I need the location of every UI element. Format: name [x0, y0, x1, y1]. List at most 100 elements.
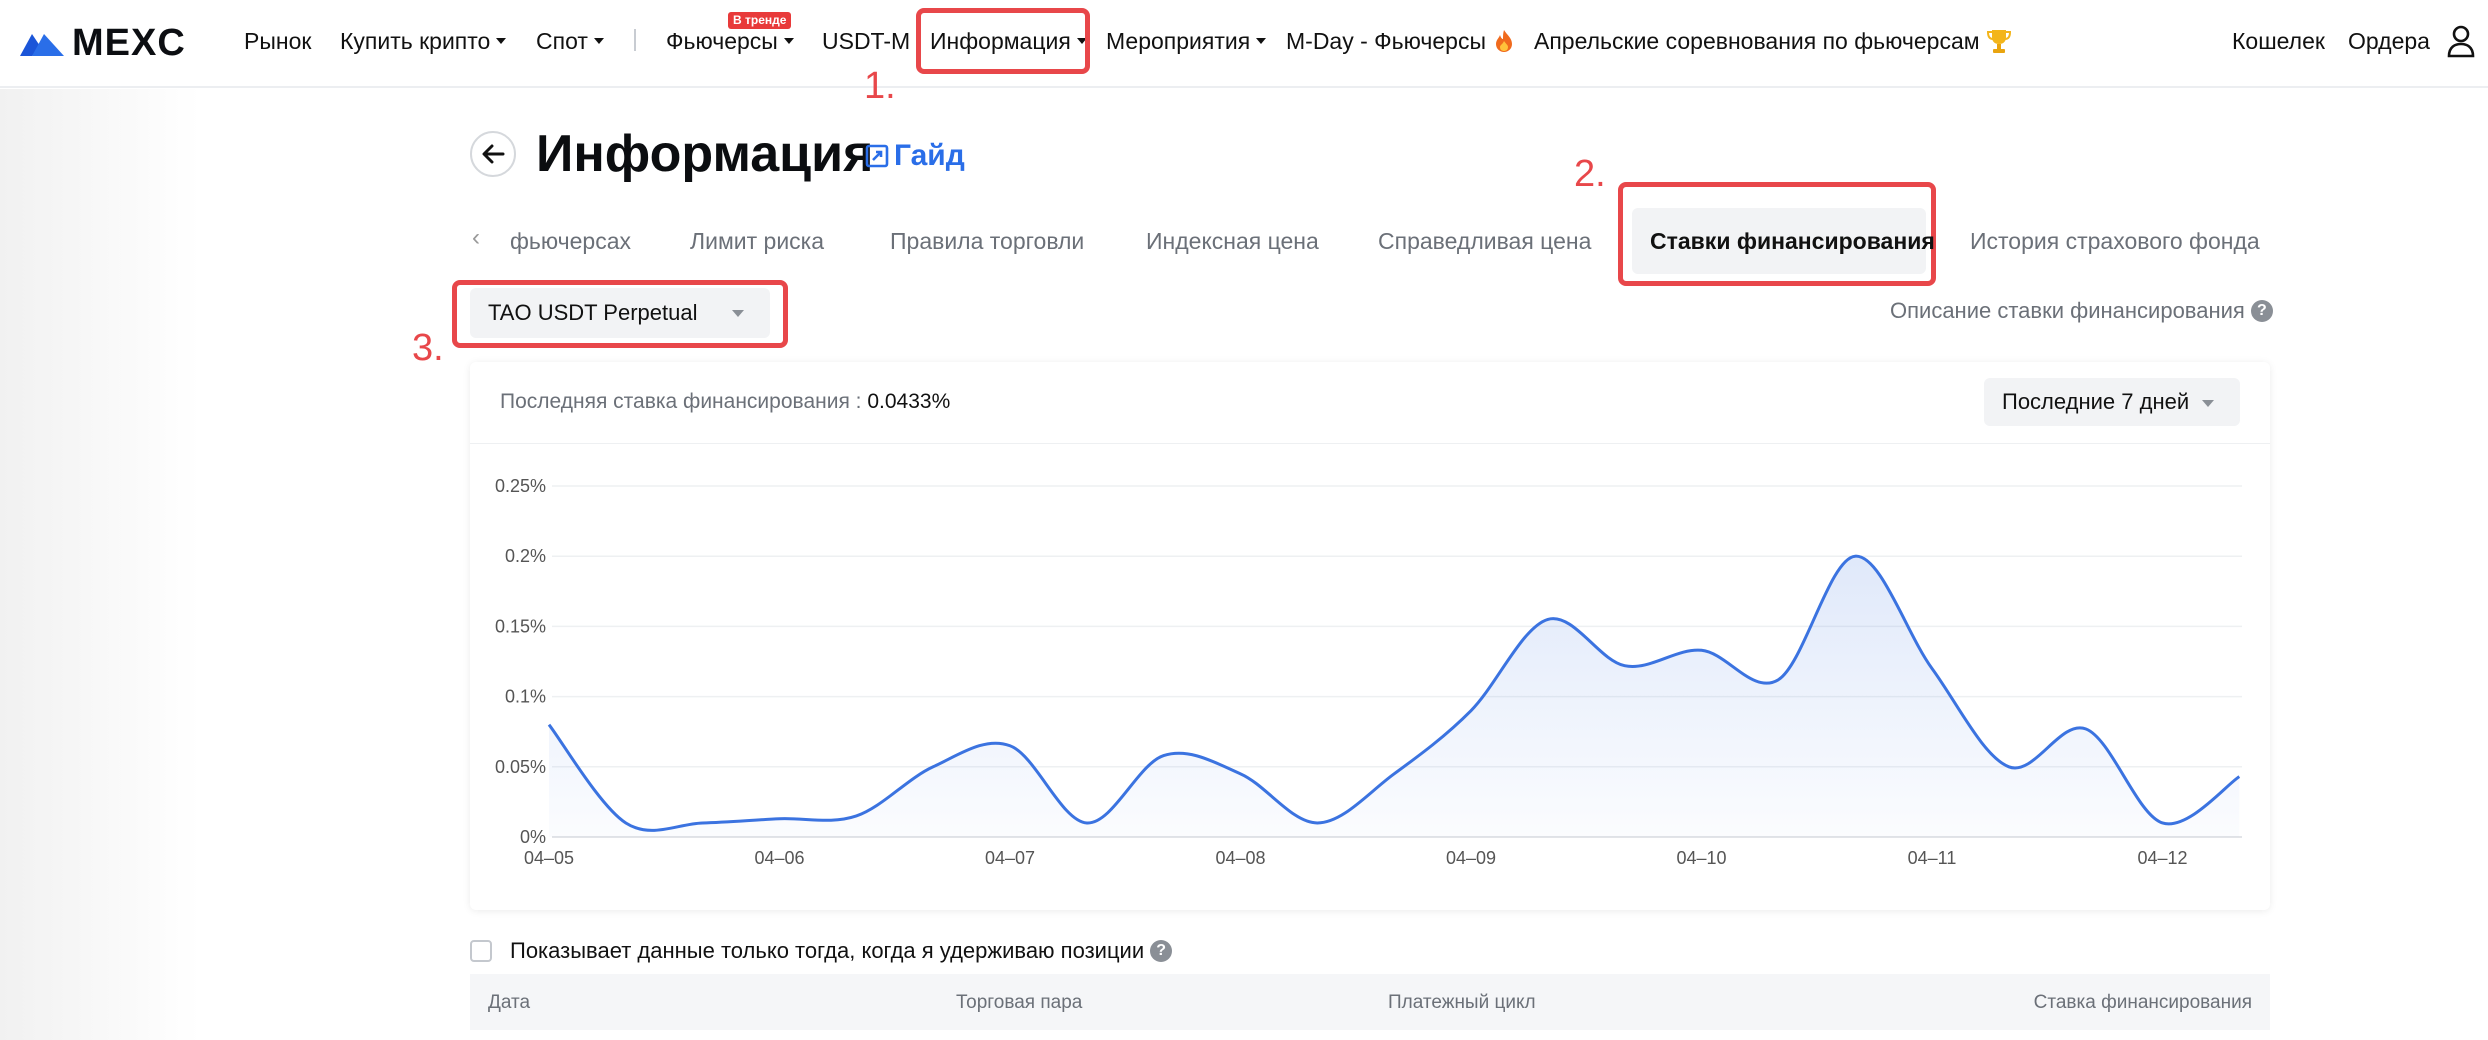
data-point	[778, 818, 780, 820]
contract-select[interactable]: TAO USDT Perpetual	[470, 288, 770, 338]
data-point	[1086, 822, 1088, 824]
only-positions-label: Показывает данные только тогда, когда я …	[510, 938, 1145, 963]
nav-usdt-m-label: USDT-M	[822, 28, 911, 54]
tab-risk-limit[interactable]: Лимит риска	[690, 226, 824, 256]
highlight-box-information	[916, 8, 1090, 74]
guide-label: Гайд	[894, 139, 965, 172]
th-funding-rate: Ставка финансирования	[2033, 992, 2252, 1013]
data-point	[2084, 728, 2086, 730]
tab-index-price[interactable]: Индексная цена	[1146, 226, 1319, 256]
left-margin-shade	[0, 89, 200, 1040]
trophy-icon	[1986, 30, 2011, 53]
data-point	[2008, 766, 2010, 768]
th-payment-cycle: Платежный цикл	[1388, 992, 1536, 1013]
tab-funding-rates[interactable]: Ставки финансирования	[1650, 226, 1935, 256]
period-select-value: Последние 7 дней	[2002, 389, 2190, 414]
help-icon[interactable]: ?	[2250, 300, 2273, 322]
annotation-number-2: 2.	[1574, 153, 1606, 195]
funding-rate-chart-card: Последняя ставка финансирования : 0.0433…	[470, 362, 2270, 910]
nav-wallet[interactable]: Кошелек	[2232, 26, 2325, 56]
arrow-left-icon	[482, 144, 505, 164]
tab-fair-price[interactable]: Справедливая цена	[1378, 226, 1591, 256]
data-point	[1009, 745, 1011, 747]
only-positions-filter[interactable]: Показывает данные только тогда, когда я …	[470, 938, 1173, 964]
data-point	[855, 815, 857, 817]
chevron-down-icon	[2202, 400, 2214, 407]
data-point	[1393, 773, 1395, 775]
back-button[interactable]	[470, 131, 516, 177]
last-rate-value: 0.0433%	[867, 390, 951, 413]
page-title: Информация	[536, 125, 874, 183]
nav-divider	[634, 29, 636, 51]
data-point	[932, 766, 934, 768]
nav-market[interactable]: Рынок	[244, 26, 311, 56]
chevron-down-icon	[593, 38, 604, 44]
only-positions-checkbox[interactable]	[470, 940, 492, 962]
nav-mday-label: M-Day - Фьючерсы	[1286, 28, 1486, 54]
funding-table-header: Дата Торговая пара Платежный цикл Ставка…	[470, 974, 2270, 1030]
data-point	[1777, 679, 1779, 681]
data-point	[1931, 667, 1933, 669]
mexc-logo-icon	[20, 34, 64, 56]
tab-futures[interactable]: фьючерсах	[510, 226, 631, 256]
funding-rate-chart: 0% 0.05% 0.1% 0.15% 0.2% 0.25% 04–05 04–06 04–07…	[495, 476, 2242, 868]
y-tick-label: 0.25%	[495, 476, 546, 496]
x-tick-label: 04–10	[1676, 848, 1726, 868]
data-point	[2238, 775, 2240, 777]
x-tick-label: 04–06	[754, 848, 804, 868]
nav-usdt-m[interactable]: USDT-M	[822, 26, 910, 56]
chevron-down-icon	[783, 38, 794, 44]
period-select[interactable]: Последние 7 дней	[1984, 378, 2240, 426]
tab-insurance-fund-history[interactable]: История страхового фонда	[1970, 226, 2260, 256]
x-tick-label: 04–07	[985, 848, 1035, 868]
chevron-down-icon	[732, 310, 744, 317]
y-tick-label: 0.2%	[505, 546, 546, 566]
y-tick-label: 0.05%	[495, 757, 546, 777]
nav-spot[interactable]: Спот	[536, 26, 604, 56]
nav-futures-label: Фьючерсы	[666, 28, 778, 54]
funding-rate-description-link[interactable]: Описание ставки финансирования ?	[1890, 298, 2273, 324]
guide-icon	[865, 144, 889, 168]
data-point	[1700, 649, 1702, 651]
last-funding-rate: Последняя ставка финансирования : 0.0433…	[500, 390, 950, 414]
logo-text: MEXC	[72, 22, 186, 64]
nav-buy-crypto-label: Купить крипто	[340, 28, 491, 54]
guide-link[interactable]: Гайд	[864, 139, 965, 173]
data-point	[1316, 822, 1318, 824]
chart-card-header: Последняя ставка финансирования : 0.0433…	[470, 362, 2270, 444]
nav-futures[interactable]: Фьючерсы	[666, 26, 794, 56]
y-tick-label: 0%	[520, 827, 546, 847]
data-point	[1239, 773, 1241, 775]
user-icon[interactable]	[2446, 24, 2476, 58]
nav-spot-label: Спот	[536, 28, 588, 54]
top-navbar: MEXC Рынок Купить крипто Спот В тренде Ф…	[0, 0, 2488, 88]
annotation-number-3: 3.	[412, 327, 444, 369]
y-tick-label: 0.15%	[495, 616, 546, 636]
tab-trading-rules[interactable]: Правила торговли	[890, 226, 1084, 256]
data-point	[625, 822, 627, 824]
nav-april-label: Апрельские соревнования по фьючерсам	[1534, 28, 1980, 54]
data-point	[2161, 822, 2163, 824]
nav-wallet-label: Кошелек	[2232, 28, 2325, 54]
data-point	[548, 723, 550, 725]
data-point	[1547, 618, 1549, 620]
help-icon[interactable]: ?	[1150, 940, 1173, 962]
th-date: Дата	[488, 992, 531, 1013]
funding-rate-description-label: Описание ставки финансирования	[1890, 298, 2245, 323]
nav-market-label: Рынок	[244, 28, 312, 54]
nav-mday-futures[interactable]: M-Day - Фьючерсы	[1286, 26, 1514, 56]
data-point	[1470, 709, 1472, 711]
nav-april-competition[interactable]: Апрельские соревнования по фьючерсам	[1534, 26, 2012, 56]
mexc-logo[interactable]: MEXC	[18, 22, 186, 64]
nav-events[interactable]: Мероприятия	[1106, 26, 1267, 56]
tabs-scroll-left-icon[interactable]: ‹	[472, 224, 480, 252]
x-tick-label: 04–05	[524, 848, 574, 868]
y-tick-label: 0.1%	[505, 687, 546, 707]
nav-orders[interactable]: Ордера	[2348, 26, 2430, 56]
annotation-number-1: 1.	[864, 65, 896, 107]
nav-buy-crypto[interactable]: Купить крипто	[340, 26, 507, 56]
data-point	[701, 822, 703, 824]
x-tick-label: 04–08	[1215, 848, 1265, 868]
x-tick-label: 04–09	[1446, 848, 1496, 868]
chevron-down-icon	[1256, 38, 1267, 44]
